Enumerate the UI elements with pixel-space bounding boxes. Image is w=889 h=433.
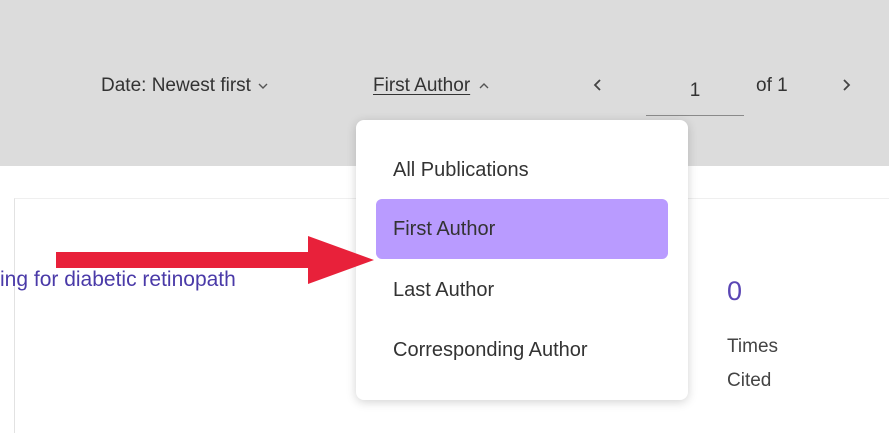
previous-page-button[interactable] xyxy=(592,73,604,99)
page-count-label: of 1 xyxy=(756,75,788,96)
chevron-down-icon xyxy=(258,83,268,89)
author-filter-menu: All Publications First Author Last Autho… xyxy=(356,120,688,400)
menu-item-label: First Author xyxy=(393,217,496,240)
page-number-input[interactable] xyxy=(646,66,744,116)
next-page-button[interactable] xyxy=(840,73,852,99)
chevron-up-icon xyxy=(479,83,489,89)
menu-item-all-publications[interactable]: All Publications xyxy=(376,140,668,200)
times-cited-count[interactable]: 0 xyxy=(727,276,742,307)
chevron-right-icon xyxy=(843,79,851,91)
chevron-left-icon xyxy=(593,79,601,91)
menu-item-last-author[interactable]: Last Author xyxy=(376,260,668,320)
menu-item-label: All Publications xyxy=(393,158,529,181)
arrow-right-icon xyxy=(56,236,374,284)
author-filter-label: First Author xyxy=(373,75,471,96)
menu-item-label: Last Author xyxy=(393,278,495,301)
menu-item-first-author[interactable]: First Author xyxy=(376,199,668,259)
menu-item-corresponding-author[interactable]: Corresponding Author xyxy=(376,320,668,380)
times-cited-label: Times Cited xyxy=(727,336,779,391)
author-filter-dropdown[interactable]: First Author xyxy=(373,75,490,97)
sort-label: Date: Newest first xyxy=(101,75,251,96)
sort-dropdown[interactable]: Date: Newest first xyxy=(101,75,269,97)
menu-item-label: Corresponding Author xyxy=(393,338,588,361)
